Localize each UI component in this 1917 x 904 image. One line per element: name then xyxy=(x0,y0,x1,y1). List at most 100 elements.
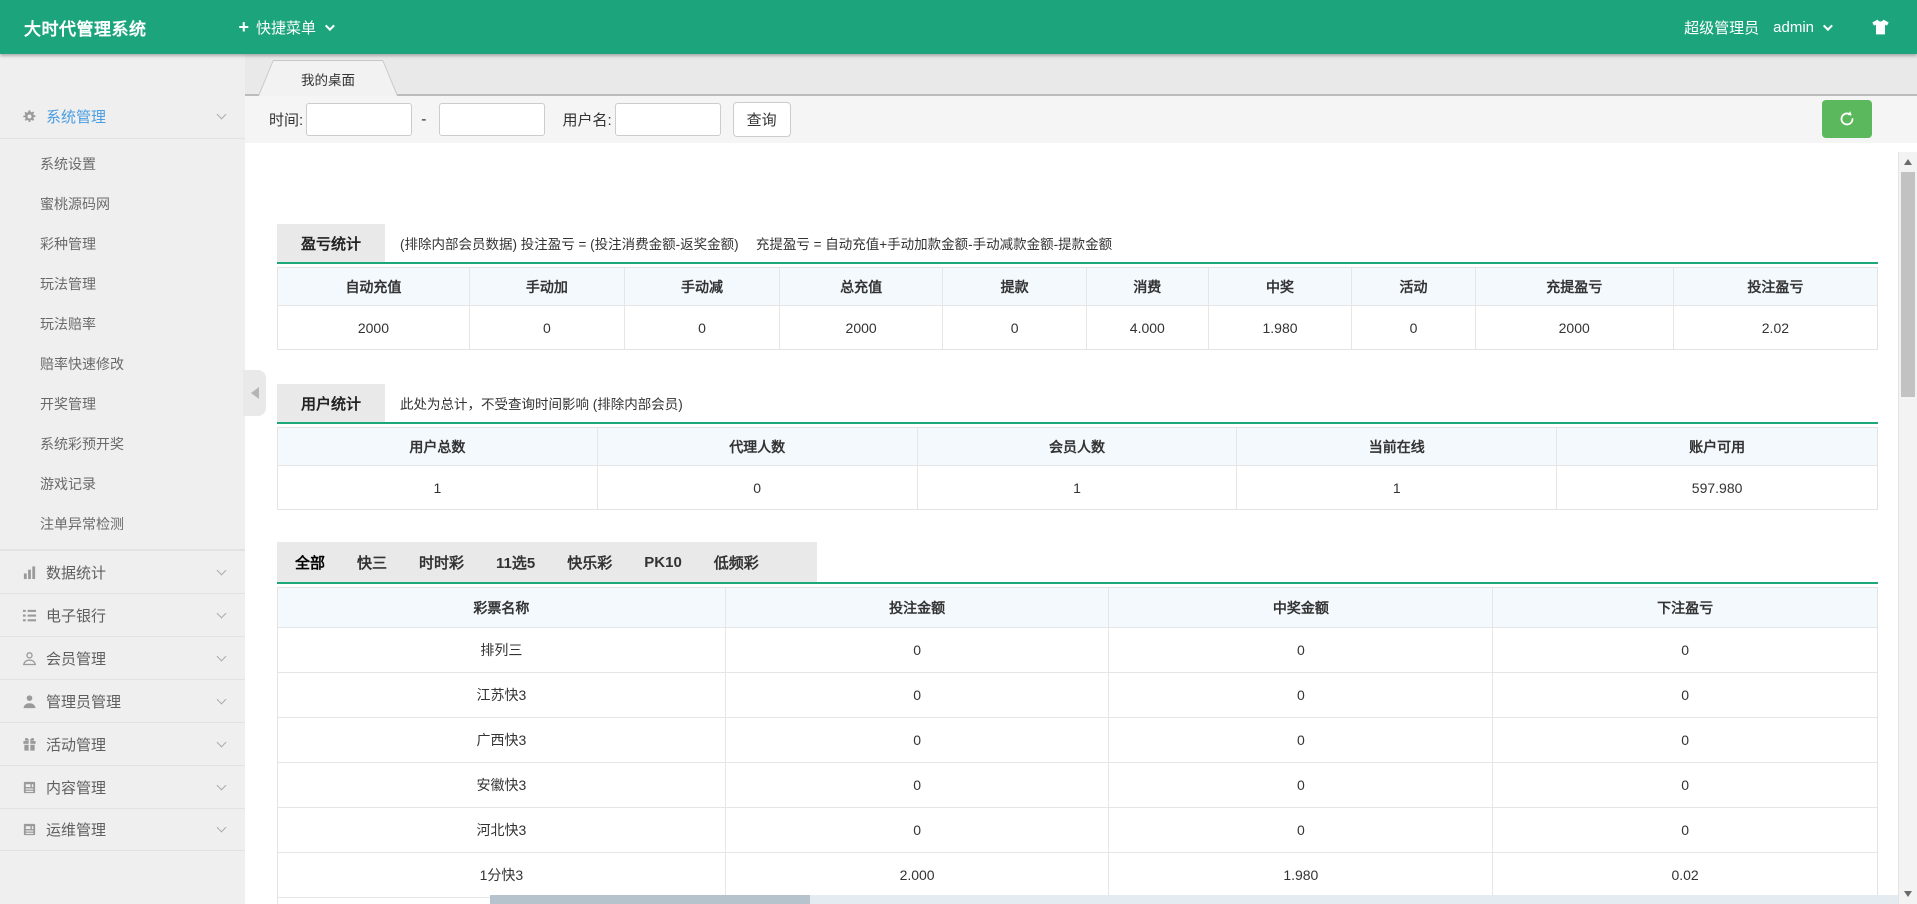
search-toolbar: 时间: - 用户名: 查询 xyxy=(245,96,1917,143)
triangle-down-icon xyxy=(1904,891,1912,897)
lottery-table-header-cell: 彩票名称 xyxy=(278,588,726,628)
horizontal-scrollbar-thumb[interactable] xyxy=(490,895,810,904)
profit-cell: 0 xyxy=(1493,763,1877,808)
win-amount-cell: 0 xyxy=(1109,673,1493,718)
refresh-button[interactable] xyxy=(1822,100,1872,138)
scroll-down-button[interactable] xyxy=(1899,886,1917,902)
sidebar-item-label: 活动管理 xyxy=(46,734,218,755)
sidebar-item-operations[interactable]: 运维管理 xyxy=(0,808,245,851)
bar-chart-icon xyxy=(18,565,40,580)
tab-my-desktop[interactable]: 我的桌面 xyxy=(258,60,398,96)
profit-table-header-row: 自动充值手动加手动减总充值提款消费中奖活动充提盈亏投注盈亏 xyxy=(278,268,1877,306)
lottery-tab[interactable]: 11选5 xyxy=(480,552,551,573)
user-table-value-cell: 597.980 xyxy=(1557,466,1877,509)
chevron-down-icon xyxy=(217,823,227,833)
sidebar-subitem[interactable]: 开奖管理 xyxy=(0,384,245,424)
tab-strip: 我的桌面 xyxy=(245,54,1917,96)
list-icon xyxy=(18,608,40,623)
time-range-dash: - xyxy=(421,111,426,129)
time-to-input[interactable] xyxy=(439,103,545,136)
user-menu-button[interactable]: admin xyxy=(1773,19,1830,36)
profit-table-header-cell: 充提盈亏 xyxy=(1476,268,1674,306)
chevron-down-icon xyxy=(1823,21,1833,31)
sidebar-subitem[interactable]: 赔率快速修改 xyxy=(0,344,245,384)
profit-table-value-cell: 4.000 xyxy=(1087,306,1209,349)
sidebar-item-activities[interactable]: 活动管理 xyxy=(0,722,245,765)
sidebar-subitem[interactable]: 玩法管理 xyxy=(0,264,245,304)
profit-table-header-cell: 消费 xyxy=(1087,268,1209,306)
sidebar-item-content-management[interactable]: 内容管理 xyxy=(0,765,245,808)
sidebar-item-label: 电子银行 xyxy=(46,605,218,626)
quick-menu-button[interactable]: + 快捷菜单 xyxy=(239,17,333,38)
sidebar: 系统管理 系统设置蜜桃源码网彩种管理玩法管理玩法赔率赔率快速修改开奖管理系统彩预… xyxy=(0,54,245,904)
table-row: 1分快32.0001.9800.02 xyxy=(278,853,1877,898)
gift-icon xyxy=(18,737,40,752)
profit-table-header-cell: 手动减 xyxy=(625,268,780,306)
user-section-header: 用户统计 此处为总计，不受查询时间影响 (排除内部会员) xyxy=(277,384,1878,424)
time-from-input[interactable] xyxy=(306,103,412,136)
theme-shirt-icon[interactable] xyxy=(1870,19,1891,35)
lottery-tab[interactable]: 时时彩 xyxy=(403,552,480,573)
profit-table-value-cell: 2000 xyxy=(278,306,470,349)
username-input[interactable] xyxy=(615,103,721,136)
bet-amount-cell: 2.000 xyxy=(726,853,1110,898)
profit-table-header-cell: 手动加 xyxy=(470,268,625,306)
lottery-name-cell: 安徽快3 xyxy=(278,763,726,808)
sidebar-item-label: 管理员管理 xyxy=(46,691,218,712)
lottery-tab[interactable]: 低频彩 xyxy=(698,552,775,573)
profit-table-value-row: 200000200004.0001.980020002.02 xyxy=(278,306,1877,349)
lottery-tab[interactable]: 快乐彩 xyxy=(551,552,628,573)
chevron-down-icon xyxy=(217,694,227,704)
lottery-tab[interactable]: 快三 xyxy=(341,552,403,573)
sidebar-subitem[interactable]: 系统设置 xyxy=(0,144,245,184)
sidebar-item-members[interactable]: 会员管理 xyxy=(0,636,245,679)
vertical-scrollbar[interactable] xyxy=(1898,152,1917,904)
sidebar-item-ebank[interactable]: 电子银行 xyxy=(0,593,245,636)
sidebar-item-administrators[interactable]: 管理员管理 xyxy=(0,679,245,722)
query-button[interactable]: 查询 xyxy=(733,102,791,137)
app-title: 大时代管理系统 xyxy=(24,15,147,40)
user-table-value-cell: 0 xyxy=(598,466,918,509)
user-table: 用户总数代理人数会员人数当前在线账户可用 1011597.980 xyxy=(277,427,1878,510)
sidebar-item-system-management[interactable]: 系统管理 xyxy=(0,95,245,138)
sidebar-subitem[interactable]: 彩种管理 xyxy=(0,224,245,264)
lottery-name-cell: 江苏快3 xyxy=(278,673,726,718)
bet-amount-cell: 0 xyxy=(726,763,1110,808)
username: admin xyxy=(1773,19,1814,36)
profit-table-header-cell: 总充值 xyxy=(780,268,943,306)
scroll-up-button[interactable] xyxy=(1899,154,1917,170)
sidebar-subitem[interactable]: 玩法赔率 xyxy=(0,304,245,344)
vertical-scrollbar-thumb[interactable] xyxy=(1901,172,1915,397)
profit-table-header-cell: 投注盈亏 xyxy=(1674,268,1877,306)
main-area: 我的桌面 时间: - 用户名: 查询 盈亏统计 (排除内部会员数据) 投注盈亏 … xyxy=(245,54,1917,904)
sidebar-subitem[interactable]: 注单异常检测 xyxy=(0,504,245,544)
lottery-tabs-bar: 全部快三时时彩11选5快乐彩PK10低频彩 xyxy=(277,542,1878,584)
sidebar-item-label: 系统管理 xyxy=(46,106,218,127)
horizontal-scrollbar[interactable] xyxy=(490,895,1898,904)
bet-amount-cell: 0 xyxy=(726,628,1110,673)
lottery-tab[interactable]: 全部 xyxy=(279,552,341,573)
dashboard-content: 盈亏统计 (排除内部会员数据) 投注盈亏 = (投注消费金额-返奖金额) 充提盈… xyxy=(245,199,1898,904)
user-table-value-cell: 1 xyxy=(1237,466,1557,509)
profit-cell: 0 xyxy=(1493,673,1877,718)
lottery-tab[interactable]: PK10 xyxy=(628,554,698,571)
tab-label: 我的桌面 xyxy=(259,61,397,96)
time-label: 时间: xyxy=(269,109,303,130)
profit-table-value-cell: 2000 xyxy=(780,306,943,349)
news-icon xyxy=(18,780,40,795)
user-role-label: 超级管理员 xyxy=(1684,17,1759,38)
sidebar-collapse-handle[interactable] xyxy=(243,370,266,416)
sidebar-item-data-statistics[interactable]: 数据统计 xyxy=(0,550,245,593)
user-table-header-cell: 会员人数 xyxy=(918,428,1238,466)
sidebar-subitem[interactable]: 游戏记录 xyxy=(0,464,245,504)
profit-table-header-cell: 提款 xyxy=(943,268,1087,306)
sidebar-subitem[interactable]: 蜜桃源码网 xyxy=(0,184,245,224)
win-amount-cell: 0 xyxy=(1109,808,1493,853)
chevron-left-icon xyxy=(251,387,259,399)
profit-section-note: (排除内部会员数据) 投注盈亏 = (投注消费金额-返奖金额) 充提盈亏 = 自… xyxy=(400,224,1112,262)
top-header: 大时代管理系统 + 快捷菜单 超级管理员 admin xyxy=(0,0,1917,54)
sidebar-item-label: 数据统计 xyxy=(46,562,218,583)
win-amount-cell: 0 xyxy=(1109,718,1493,763)
sidebar-subitem[interactable]: 系统彩预开奖 xyxy=(0,424,245,464)
chevron-down-icon xyxy=(217,608,227,618)
